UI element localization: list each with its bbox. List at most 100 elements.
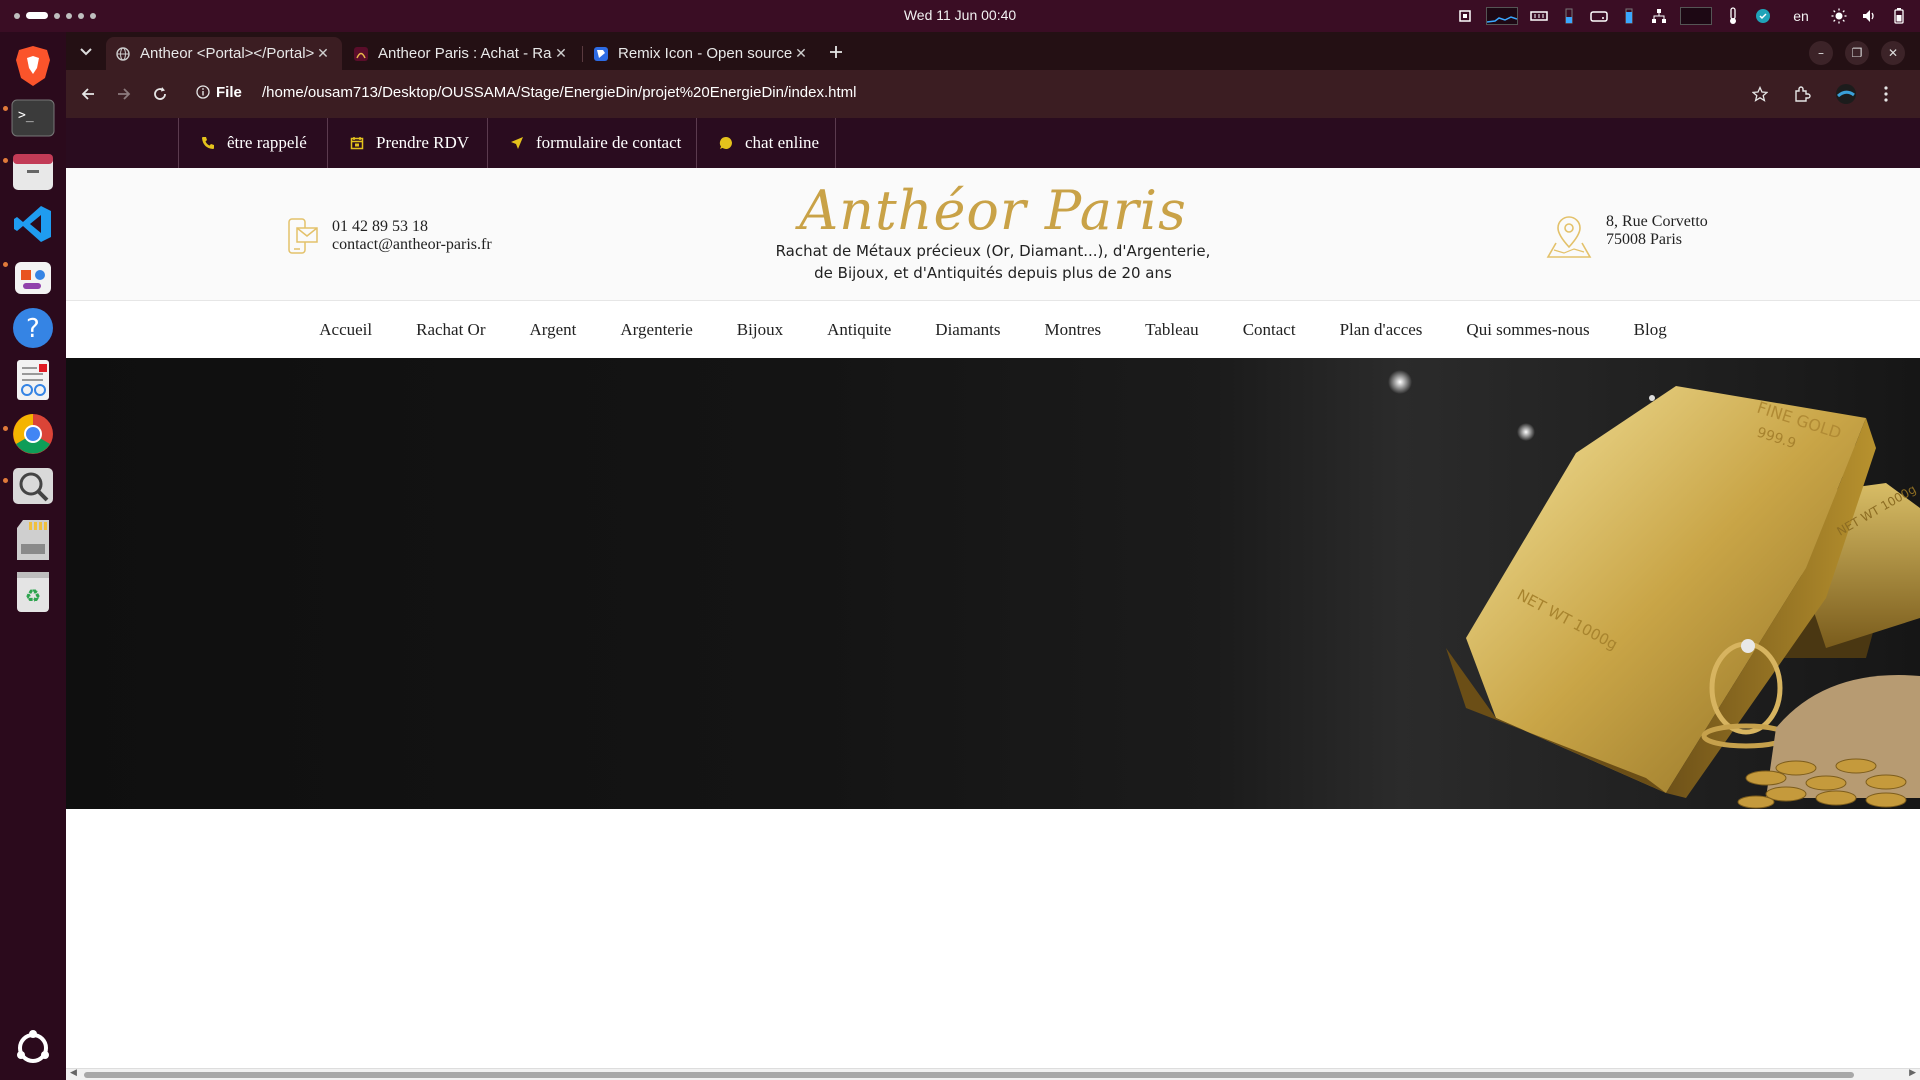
- appointment-link[interactable]: Prendre RDV: [327, 118, 487, 168]
- chat-link[interactable]: chat enline: [696, 118, 836, 168]
- svg-text:?: ?: [26, 314, 40, 344]
- running-indicator: [3, 426, 8, 431]
- site-info-icon[interactable]: [196, 85, 210, 103]
- browser-tab[interactable]: Antheor Paris : Achat - Rachat ✕: [344, 37, 580, 70]
- address-line-1: 8, Rue Corvetto: [1606, 213, 1708, 230]
- contact-form-label: formulaire de contact: [536, 133, 682, 152]
- url-text[interactable]: /home/ousam713/Desktop/OUSSAMA/Stage/Ene…: [262, 84, 856, 101]
- top-contact-strip: être rappelé Prendre RDV formulaire de c…: [66, 118, 1920, 168]
- vscode-icon[interactable]: [9, 200, 57, 248]
- brightness-icon[interactable]: [1830, 8, 1848, 24]
- svg-text:♻: ♻: [25, 586, 41, 607]
- document-viewer-icon[interactable]: [9, 356, 57, 404]
- appointment-label: Prendre RDV: [376, 133, 470, 152]
- trash-icon[interactable]: ♻: [9, 568, 57, 616]
- workspace-dot: [54, 12, 60, 19]
- app-center-icon[interactable]: [9, 252, 57, 300]
- nav-blog[interactable]: Blog: [1634, 320, 1667, 340]
- running-indicator: [3, 106, 8, 111]
- help-icon[interactable]: ?: [9, 304, 57, 352]
- chrome-icon[interactable]: [9, 410, 57, 458]
- tab-close-icon[interactable]: ✕: [792, 45, 810, 62]
- reload-icon[interactable]: [148, 82, 172, 106]
- address-bar[interactable]: File /home/ousam713/Desktop/OUSSAMA/Stag…: [186, 77, 1866, 111]
- nav-plan-acces[interactable]: Plan d'acces: [1340, 320, 1423, 340]
- tab-search-chevron-icon[interactable]: [74, 40, 98, 64]
- nav-montres[interactable]: Montres: [1044, 320, 1101, 340]
- temperature-icon[interactable]: [1724, 7, 1742, 24]
- remix-icon-favicon-icon: [594, 46, 608, 61]
- back-arrow-icon[interactable]: [76, 82, 100, 106]
- workspace-dot: [78, 12, 84, 19]
- nav-bijoux[interactable]: Bijoux: [737, 320, 783, 340]
- minimize-window-icon[interactable]: –: [1809, 41, 1833, 65]
- site-header: 01 42 89 53 18 contact@antheor-paris.fr …: [66, 168, 1920, 301]
- disk-icon[interactable]: [1590, 8, 1608, 24]
- new-tab-icon[interactable]: [824, 40, 848, 64]
- running-indicator: [3, 262, 8, 267]
- sd-card-icon[interactable]: [9, 516, 57, 564]
- calendar-icon: [350, 136, 364, 150]
- web-page: être rappelé Prendre RDV formulaire de c…: [66, 118, 1920, 1068]
- brave-browser-icon[interactable]: [9, 42, 57, 90]
- scrollbar-thumb[interactable]: [84, 1072, 1854, 1078]
- nav-contact[interactable]: Contact: [1243, 320, 1296, 340]
- system-clock[interactable]: Wed 11 Jun 00:40: [904, 7, 1016, 23]
- nav-antiquite[interactable]: Antiquite: [827, 320, 891, 340]
- header-address: 8, Rue Corvetto 75008 Paris: [1546, 213, 1708, 263]
- restore-window-icon[interactable]: ❐: [1845, 41, 1869, 65]
- terminal-icon[interactable]: >_: [9, 94, 57, 142]
- map-pin-icon: [1546, 213, 1592, 263]
- tab-close-icon[interactable]: ✕: [552, 45, 570, 62]
- scroll-left-arrow-icon[interactable]: ◀: [70, 1068, 77, 1078]
- chat-label: chat enline: [745, 133, 820, 152]
- tab-close-icon[interactable]: ✕: [314, 45, 332, 62]
- browser-menu-icon[interactable]: [1874, 82, 1898, 106]
- cpu-icon[interactable]: [1456, 8, 1474, 24]
- browser-tab[interactable]: Remix Icon - Open source icons ✕: [584, 37, 820, 70]
- close-window-icon[interactable]: ✕: [1881, 41, 1905, 65]
- scroll-right-arrow-icon[interactable]: ▶: [1909, 1068, 1916, 1078]
- running-indicator: [3, 158, 8, 163]
- app-indicator-icon[interactable]: [1754, 8, 1772, 24]
- network-icon[interactable]: [1650, 8, 1668, 24]
- memory-icon[interactable]: [1530, 8, 1548, 24]
- language-indicator[interactable]: en: [1784, 8, 1818, 24]
- active-workspace-pill: [26, 12, 48, 19]
- system-top-bar: Wed 11 Jun 00:40 en: [0, 0, 1920, 32]
- callback-label: être rappelé: [227, 133, 307, 152]
- cpu-graph: [1486, 7, 1518, 25]
- nav-diamants[interactable]: Diamants: [935, 320, 1000, 340]
- show-apps-icon[interactable]: [9, 1024, 57, 1072]
- hero-banner: FINE GOLD 999.9 NET WT 1000g NET WT 1000…: [66, 358, 1920, 809]
- globe-icon: [116, 46, 130, 61]
- nav-argent[interactable]: Argent: [530, 320, 577, 340]
- extensions-icon[interactable]: [1790, 82, 1814, 106]
- system-tray: en: [1456, 5, 1908, 27]
- browser-tab-strip: Antheor <Portal></Portal> ✕ Antheor Pari…: [66, 32, 1920, 70]
- callback-link[interactable]: être rappelé: [178, 118, 327, 168]
- image-viewer-icon[interactable]: [9, 462, 57, 510]
- nav-qui-sommes-nous[interactable]: Qui sommes-nous: [1466, 320, 1589, 340]
- tab-title: Antheor Paris : Achat - Rachat: [378, 45, 552, 62]
- workspace-dot: [14, 12, 20, 19]
- running-indicator: [3, 478, 8, 483]
- workspace-indicator[interactable]: [14, 12, 96, 19]
- nav-accueil[interactable]: Accueil: [319, 320, 372, 340]
- bookmark-star-icon[interactable]: [1748, 82, 1772, 106]
- profile-avatar[interactable]: [1834, 82, 1858, 106]
- nav-rachat-or[interactable]: Rachat Or: [416, 320, 485, 340]
- forward-arrow-icon[interactable]: [112, 82, 136, 106]
- files-icon[interactable]: [9, 148, 57, 196]
- browser-tab[interactable]: Antheor <Portal></Portal> ✕: [106, 37, 342, 70]
- battery-icon[interactable]: [1890, 8, 1908, 24]
- tab-separator: [582, 46, 583, 62]
- disk-bar-icon: [1620, 8, 1638, 24]
- workspace-dot: [66, 12, 72, 19]
- nav-argenterie[interactable]: Argenterie: [620, 320, 692, 340]
- volume-icon[interactable]: [1860, 8, 1878, 24]
- horizontal-scrollbar[interactable]: ◀ ▶: [66, 1068, 1920, 1080]
- memory-bar-icon: [1560, 8, 1578, 24]
- nav-tableau[interactable]: Tableau: [1145, 320, 1199, 340]
- contact-form-link[interactable]: formulaire de contact: [487, 118, 696, 168]
